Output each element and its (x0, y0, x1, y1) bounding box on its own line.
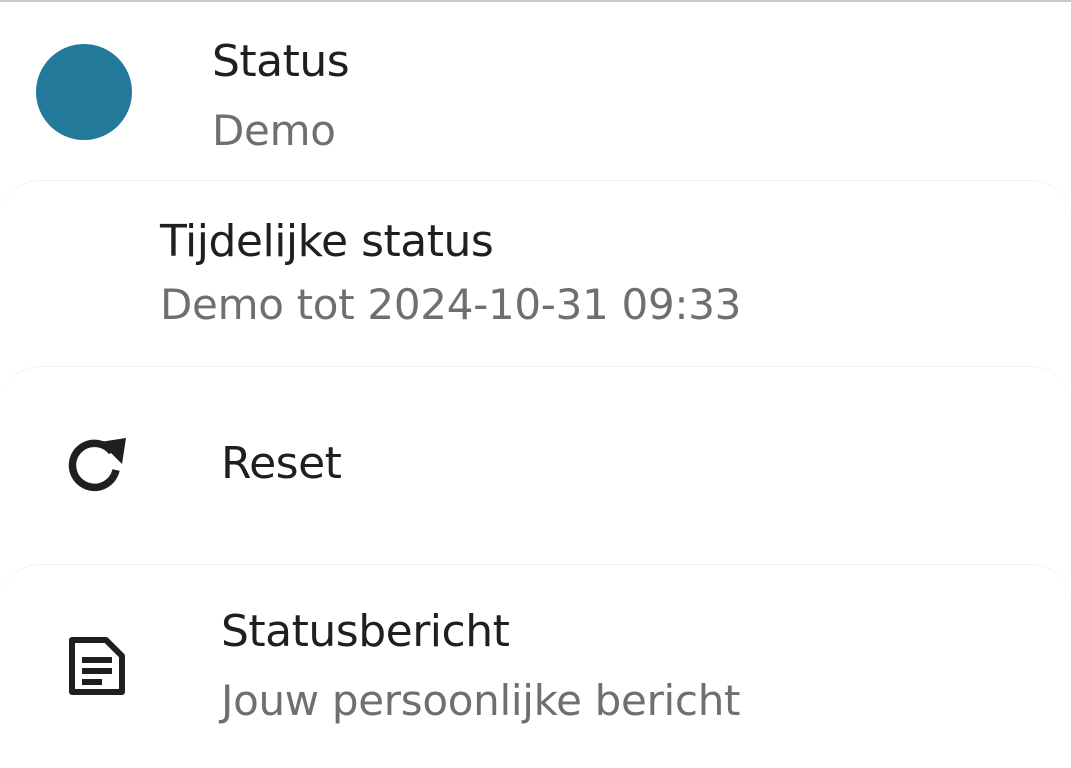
status-value: Demo (212, 106, 336, 155)
temporary-status-title: Tijdelijke status (160, 216, 494, 267)
status-message-value: Jouw persoonlijke bericht (221, 676, 741, 725)
temporary-status-row[interactable]: Tijdelijke status Demo tot 2024-10-31 09… (0, 180, 1071, 356)
status-message-title: Statusbericht (221, 606, 510, 657)
status-title: Status (212, 36, 350, 87)
reset-row[interactable]: Reset (0, 366, 1071, 558)
status-row[interactable]: Status Demo (0, 0, 1071, 176)
temporary-status-value: Demo tot 2024-10-31 09:33 (160, 280, 742, 329)
status-settings-page: Status Demo Tijdelijke status Demo tot 2… (0, 0, 1071, 768)
status-color-dot (36, 44, 132, 140)
reset-label: Reset (221, 438, 342, 489)
status-message-row[interactable]: Statusbericht Jouw persoonlijke bericht (0, 564, 1071, 768)
note-icon (64, 634, 128, 698)
refresh-icon (64, 432, 128, 496)
